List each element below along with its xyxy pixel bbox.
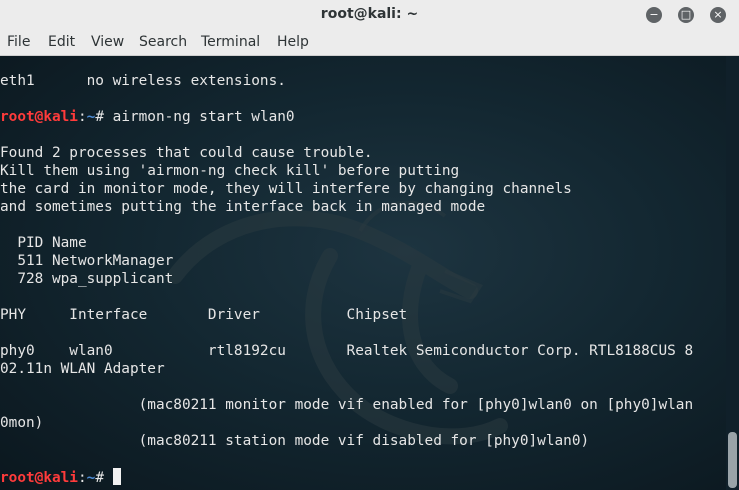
menu-edit[interactable]: Edit [48,34,75,50]
output-line: PID Name [0,235,87,251]
output-line: Kill them using 'airmon-ng check kill' b… [0,163,460,179]
prompt-user: root@kali [0,109,78,125]
output-line: phy0 wlan0 rtl8192cu Realtek Semiconduct… [0,343,694,359]
output-line: 02.11n WLAN Adapter [0,361,165,377]
menu-bar: File Edit View Search Terminal Help [0,30,739,56]
minimize-icon[interactable]: − [646,7,662,23]
prompt-separator: : [77,109,87,125]
output-line: the card in monitor mode, they will inte… [0,181,572,197]
menu-file[interactable]: File [7,34,30,50]
output-line: Found 2 processes that could cause troub… [0,145,373,161]
command-text: airmon-ng start wlan0 [112,109,295,125]
menu-view[interactable]: View [91,34,124,50]
output-line: PHY Interface Driver Chipset [0,307,408,323]
prompt-symbol: # [95,109,113,125]
title-bar[interactable]: root@kali: ~ − □ × [0,0,739,31]
menu-terminal[interactable]: Terminal [201,34,260,50]
output-line: (mac80211 station mode vif disabled for … [0,433,590,449]
prompt-separator: : [77,470,87,486]
text-cursor[interactable] [112,468,121,485]
maximize-icon[interactable]: □ [678,7,694,23]
menu-help[interactable]: Help [277,34,309,50]
scrollbar-thumb[interactable] [728,432,737,488]
window-title: root@kali: ~ [320,6,419,22]
output-line: 511 NetworkManager [0,253,174,269]
prompt-line: root@kali:~# [0,468,693,486]
terminal-output: eth1 no wireless extensions. root@kali:~#… [0,72,693,486]
terminal-area[interactable]: eth1 no wireless extensions. root@kali:~#… [0,56,739,490]
output-line: 728 wpa_supplicant [0,271,174,287]
close-icon[interactable]: × [710,7,726,23]
output-line: and sometimes putting the interface back… [0,199,486,215]
prompt-user: root@kali [0,470,78,486]
menu-search[interactable]: Search [139,34,187,50]
prompt-symbol: # [95,470,113,486]
terminal-window: root@kali: ~ − □ × File Edit View Search… [0,0,739,490]
prompt-line: root@kali:~# airmon-ng start wlan0 [0,108,693,126]
output-line: (mac80211 monitor mode vif enabled for [… [0,397,694,413]
scrollbar[interactable] [726,56,739,490]
output-line: 0mon) [0,415,44,431]
output-line: eth1 no wireless extensions. [0,73,286,89]
